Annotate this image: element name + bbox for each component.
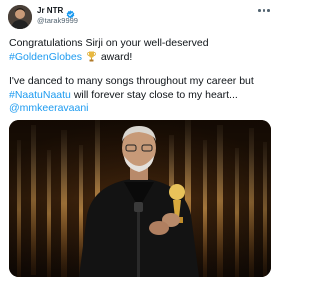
tweet-photo[interactable] <box>9 120 271 277</box>
tweet-text-line1: Congratulations Sirji on your well-deser… <box>9 37 209 49</box>
display-name[interactable]: Jr NTR <box>37 6 63 16</box>
hashtag-naatunaatu[interactable]: #NaatuNaatu <box>9 89 71 101</box>
tweet-paragraph-1: Congratulations Sirji on your well-deser… <box>9 37 271 64</box>
tweet-text-paragraph2: I've danced to many songs throughout my … <box>9 75 254 87</box>
user-handle[interactable]: @tarak9999 <box>37 16 78 26</box>
tweet-text-award: award! <box>100 50 133 63</box>
avatar[interactable] <box>8 5 32 29</box>
tweet-paragraph-2: I've danced to many songs throughout my … <box>9 75 271 116</box>
tweet-card[interactable]: Jr NTR @tarak9999 Congratulations Sirji … <box>0 0 278 281</box>
more-options-icon[interactable] <box>258 9 270 13</box>
verified-badge-icon <box>66 6 75 19</box>
tweet-text-paragraph2-suffix: will forever stay close to my heart... <box>73 88 238 101</box>
hashtag-goldenglobes[interactable]: #GoldenGlobes <box>9 51 82 63</box>
author-name-row[interactable]: Jr NTR <box>37 5 75 19</box>
mention-mmkeeravaani[interactable]: @mmkeeravaani <box>9 102 89 114</box>
trophy-emoji-icon <box>87 51 96 62</box>
